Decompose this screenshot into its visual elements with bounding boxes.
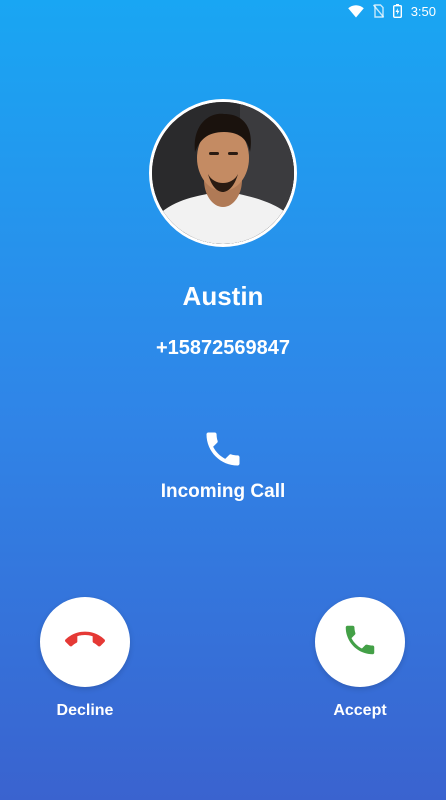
status-time: 3:50 xyxy=(410,3,436,19)
no-sim-icon xyxy=(372,4,384,18)
decline-label: Decline xyxy=(56,702,114,719)
wifi-icon xyxy=(347,4,364,18)
caller-avatar xyxy=(149,99,297,247)
caller-photo xyxy=(152,102,294,244)
hang-up-icon xyxy=(65,620,105,665)
phone-icon xyxy=(201,427,245,471)
phone-icon xyxy=(341,621,379,664)
accept-label: Accept xyxy=(333,702,387,719)
battery-icon xyxy=(392,4,402,18)
decline-button[interactable] xyxy=(40,597,130,687)
caller-name: Austin xyxy=(182,281,264,311)
incoming-call-label: Incoming Call xyxy=(160,481,286,502)
status-bar: 3:50 xyxy=(0,0,446,22)
caller-number: +15872569847 xyxy=(155,337,291,359)
accept-button[interactable] xyxy=(315,597,405,687)
